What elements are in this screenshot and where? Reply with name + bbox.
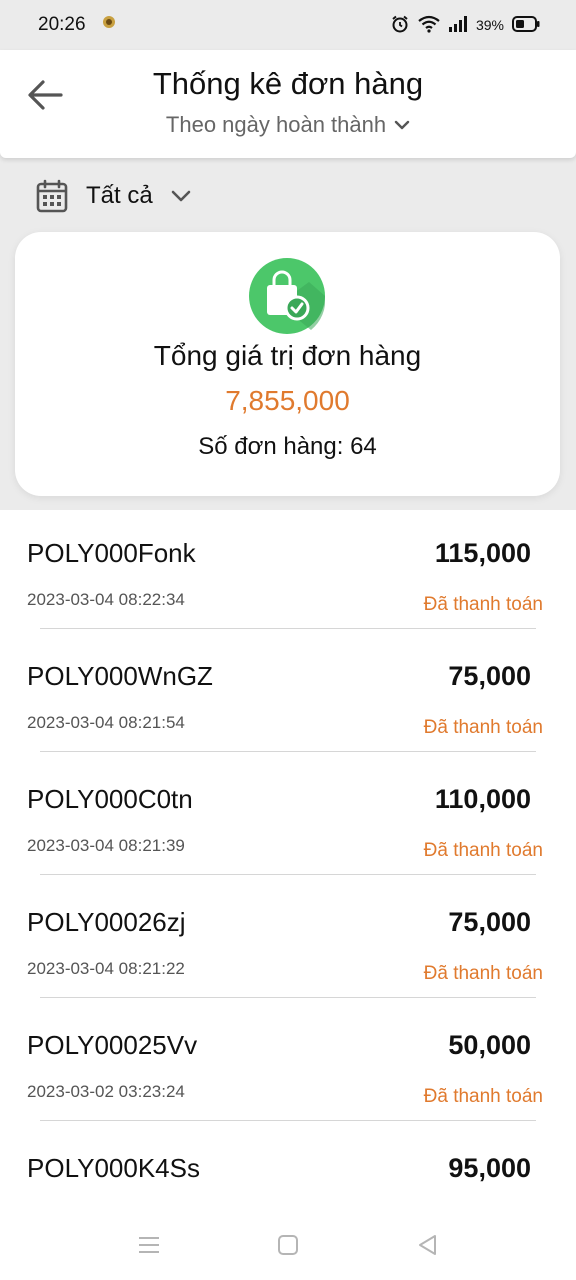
chevron-down-icon [171,190,191,202]
order-status: Đã thanh toán [423,594,543,615]
divider [40,628,536,629]
order-code: POLY000WnGZ [27,661,213,691]
order-row[interactable]: POLY000C0tn 110,000 2023-03-04 08:21:39 … [0,756,576,879]
battery-icon [512,15,540,35]
dropdown-label: Theo ngày hoàn thành [165,112,387,137]
order-row[interactable]: POLY00026zj 75,000 2023-03-04 08:21:22 Đ… [0,879,576,1002]
order-date: 2023-03-04 08:21:22 [27,959,185,978]
wifi-icon [418,15,440,36]
summary-title: Tổng giá trị đơn hàng [153,340,422,371]
notification-icon [100,13,118,37]
filter-label: Tất cả [86,182,153,209]
order-code: POLY000Fonk [27,538,196,568]
order-row[interactable]: POLY000Fonk 115,000 2023-03-04 08:22:34 … [0,510,576,633]
order-code: POLY000K4Ss [27,1153,200,1183]
signal-icon [448,15,468,35]
status-left: 20:26 [38,13,118,37]
status-time: 20:26 [38,14,86,35]
completion-date-dropdown[interactable]: Theo ngày hoàn thành [0,112,576,138]
order-status: Đã thanh toán [423,1086,543,1107]
divider [40,1120,536,1121]
divider [40,751,536,752]
back-triangle-icon [418,1235,436,1255]
order-amount: 115,000 [434,538,531,568]
order-amount: 110,000 [434,784,531,814]
order-date: 2023-03-02 03:23:24 [27,1082,185,1101]
order-amount: 75,000 [448,907,531,937]
divider [40,997,536,998]
order-date: 2023-03-04 08:21:39 [27,836,185,855]
order-date: 2023-03-04 08:22:34 [27,590,185,609]
battery-percent: 39% [475,17,504,33]
order-row[interactable]: POLY000K4Ss 95,000 [0,1125,576,1210]
order-summary-card: Tổng giá trị đơn hàng 7,855,000 Số đơn h… [15,232,560,496]
summary-order-count: Số đơn hàng: 64 [198,433,377,460]
page-title: Thống kê đơn hàng [152,66,424,101]
order-status: Đã thanh toán [423,717,543,738]
shopping-bag-check-icon [249,258,325,334]
order-status: Đã thanh toán [423,840,543,861]
divider [40,874,536,875]
order-code: POLY000C0tn [27,784,193,814]
order-row[interactable]: POLY000WnGZ 75,000 2023-03-04 08:21:54 Đ… [0,633,576,756]
summary-total-value: 7,855,000 [225,385,350,416]
order-date: 2023-03-04 08:21:54 [27,713,185,732]
order-amount: 95,000 [448,1153,531,1183]
order-list: POLY000Fonk 115,000 2023-03-04 08:22:34 … [0,510,576,1210]
order-amount: 75,000 [448,661,531,691]
order-code: POLY00025Vv [27,1030,198,1060]
order-amount: 50,000 [448,1030,531,1060]
menu-nav-button[interactable] [129,1225,169,1265]
order-row[interactable]: POLY00025Vv 50,000 2023-03-02 03:23:24 Đ… [0,1002,576,1125]
date-filter-dropdown[interactable]: Tất cả [36,178,191,214]
chevron-down-icon [394,120,410,130]
system-nav-bar [0,1210,576,1280]
alarm-icon [390,14,410,37]
status-right: 39% [390,14,540,37]
order-status: Đã thanh toán [423,963,543,984]
home-square-icon [277,1235,298,1255]
home-nav-button[interactable] [268,1225,308,1265]
app-header: Thống kê đơn hàng Theo ngày hoàn thành [0,50,576,158]
back-nav-button[interactable] [407,1225,447,1265]
order-code: POLY00026zj [27,907,186,937]
status-bar: 20:26 39% [0,0,576,50]
calendar-icon [36,179,68,213]
menu-icon [139,1237,160,1253]
